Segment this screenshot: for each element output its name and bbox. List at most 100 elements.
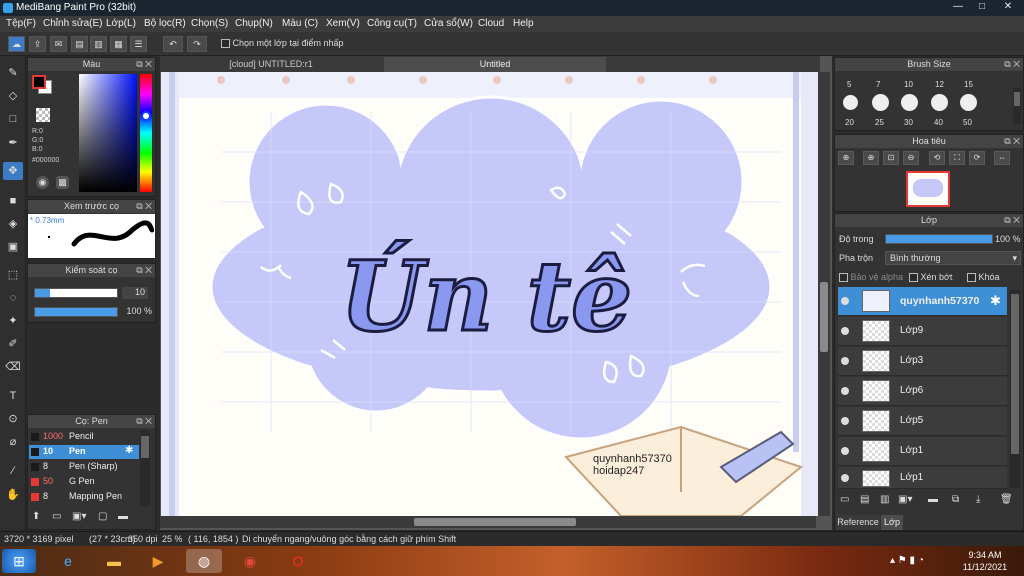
menu-edit[interactable]: Chỉnh sửa(E) [43,18,103,29]
eye-icon[interactable] [841,387,849,395]
menu-filter[interactable]: Bộ lọc(R) [144,18,186,29]
gear-icon[interactable]: ✱ [125,445,133,456]
fit-icon[interactable]: ⊡ [883,151,899,165]
lock-row[interactable]: Khóa [967,272,1000,283]
clipping-checkbox[interactable] [909,273,918,283]
brush-tool-icon[interactable]: ✎ [3,64,23,82]
magic-wand-tool-icon[interactable]: ✦ [3,312,23,330]
folder-icon[interactable]: ▬ [928,494,938,505]
navigator-thumbnail[interactable] [906,171,950,207]
blend-mode-select[interactable]: Bình thường ▾ [885,251,1021,265]
gradient-tool-icon[interactable]: ▣ [3,238,23,256]
select-rect-tool-icon[interactable]: ⬚ [3,266,23,284]
brush-list-scrollbar[interactable] [140,430,150,506]
clock-date[interactable]: 11/12/2021 [956,562,1014,572]
layer-copy-icon[interactable]: ⧉ [952,494,959,505]
select-layer-checkbox[interactable] [221,39,230,49]
panel-close-icon[interactable]: ⧉ ✕ [136,200,152,213]
swatch-icon[interactable]: ▩ [56,176,69,189]
layer-item[interactable]: Lớp1 [838,467,1007,489]
color-picker-square[interactable] [79,74,137,192]
eye-icon[interactable] [841,327,849,335]
select-pen-tool-icon[interactable]: ✐ [3,335,23,353]
ie-icon[interactable]: e [50,549,86,573]
eye-icon[interactable] [841,417,849,425]
layer-item[interactable]: Lớp6 [838,377,1007,406]
zoom-in-icon[interactable]: ⊕ [838,151,854,165]
select-eraser-tool-icon[interactable]: ⌫ [3,358,23,376]
brush-add-icon[interactable]: ⬆ [32,511,46,524]
fullscreen-icon[interactable]: ⛶ [949,151,965,165]
brush-copy-icon[interactable]: ▢ [98,511,112,524]
menu-help[interactable]: Help [513,18,534,29]
rotate-right-icon[interactable]: ⟳ [969,151,985,165]
brush-new-icon[interactable]: ▭ [52,511,66,524]
horizontal-scrollbar[interactable] [160,516,816,528]
pen-tool-icon[interactable]: ✒ [3,134,23,152]
layer-item[interactable]: Lớp5 [838,407,1007,436]
menu-window[interactable]: Cửa sổ(W) [424,18,473,29]
dropper-tool-icon[interactable]: ∕ [3,462,23,480]
eye-icon[interactable] [841,357,849,365]
layer-item[interactable]: quynhanh57370 ✱ [838,287,1007,316]
brush-size-value[interactable]: 10 [122,287,148,299]
new-page-icon[interactable]: ▤ [71,36,88,52]
panel-close-icon[interactable]: ⧉ ✕ [136,264,152,277]
brush-folder-icon[interactable]: ▬ [118,511,132,524]
layer-new-icon[interactable]: ▭ [840,494,849,505]
brush-menu-icon[interactable]: ▣▾ [72,511,92,524]
bucket-tool-icon[interactable]: ◈ [3,215,23,233]
rect-tool-icon[interactable]: □ [3,110,23,128]
zoom-out-icon[interactable]: ⊖ [903,151,919,165]
layer-new-menu-icon[interactable]: ▣▾ [898,494,912,505]
menu-file[interactable]: Tệp(F) [6,18,36,29]
page-icon[interactable]: ▥ [90,36,107,52]
hand-tool-icon[interactable]: ✋ [3,486,23,504]
start-button-icon[interactable]: ⊞ [2,549,36,573]
eraser-tool-icon[interactable]: ◇ [3,87,23,105]
close-button[interactable]: ✕ [994,0,1022,14]
tab-cloud-untitled[interactable]: [cloud] UNTITLED:r1 [160,57,382,72]
eyedropper-tool-icon[interactable]: ⌀ [3,433,23,451]
text-tool-icon[interactable]: T [3,387,23,405]
grid-icon[interactable]: ▦ [110,36,127,52]
move-tool-icon[interactable]: ✥ [3,162,23,180]
brush-size-10-preset[interactable] [901,94,918,111]
layer-merge-icon[interactable]: ⤓ [976,494,980,505]
redo-icon[interactable]: ↷ [187,36,207,52]
layer-item[interactable]: Lớp1 [838,437,1007,466]
protect-alpha-row[interactable]: Bảo vệ alpha [839,272,903,283]
lock-checkbox[interactable] [967,273,976,283]
panel-close-icon[interactable]: ⧉ ✕ [1004,58,1020,71]
layer-opacity-slider[interactable] [885,234,993,244]
brush-opacity-slider[interactable] [34,307,118,317]
layer-new-8bit-icon[interactable]: ▥ [880,494,889,505]
brush-item-pen-sharp[interactable]: 8 Pen (Sharp) [29,460,139,474]
menu-capture[interactable]: Chụp(N) [235,18,273,29]
transparent-swatch[interactable] [36,108,50,122]
brush-item-pen[interactable]: 10 Pen ✱ [29,445,139,459]
trash-icon[interactable]: 🗑 [1000,494,1013,505]
lasso-tool-icon[interactable]: ◌ [3,289,23,307]
explorer-icon[interactable]: ▬ [96,549,132,573]
cloud-icon[interactable]: ☁ [8,36,25,52]
panel-close-icon[interactable]: ⧉ ✕ [1004,135,1020,148]
list-icon[interactable]: ☰ [130,36,147,52]
tray-icons[interactable]: ▴ ⚑ ▮ ◔ [890,555,924,566]
brush-size-scrollbar[interactable] [1013,88,1021,124]
zoom-in-alt-icon[interactable]: ⊕ [863,151,879,165]
tab-layer[interactable]: Lớp [881,515,903,530]
media-player-icon[interactable]: ▶ [140,549,176,573]
clock-time[interactable]: 9:34 AM [956,550,1014,560]
clipping-row[interactable]: Xén bớt [909,272,952,283]
menu-cloud[interactable]: Cloud [478,18,504,29]
maximize-button[interactable]: □ [968,0,996,14]
layer-item[interactable]: Lớp9 [838,317,1007,346]
brush-size-5-preset[interactable] [843,95,858,110]
layer-item[interactable]: Lớp3 [838,347,1007,376]
panel-close-icon[interactable]: ⧉ ✕ [136,58,152,71]
fill-rect-tool-icon[interactable]: ■ [3,192,23,210]
flip-icon[interactable]: ⇔ [994,151,1010,165]
artwork-canvas[interactable]: Ún tê quynhanh57370 hoidap247 [161,72,819,516]
tab-reference[interactable]: Reference [836,515,880,530]
